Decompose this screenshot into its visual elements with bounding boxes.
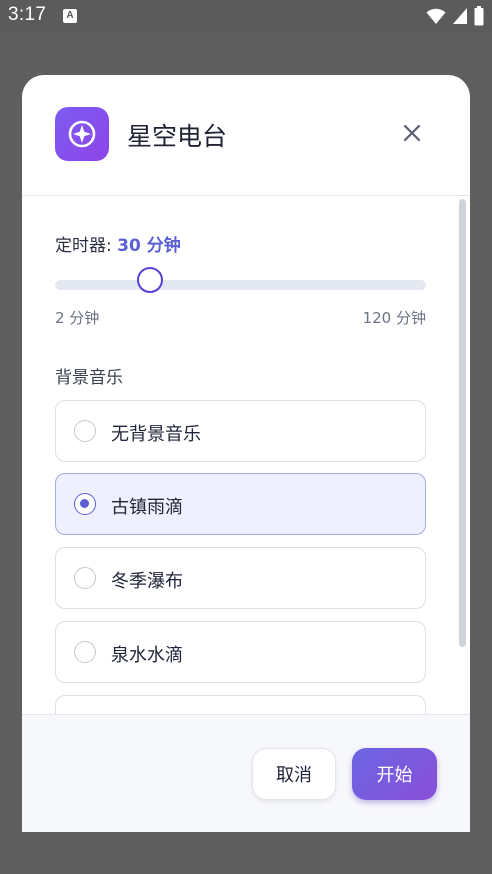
timer-slider-thumb[interactable] — [137, 267, 163, 293]
app-icon — [55, 107, 109, 161]
slider-max-label: 120 分钟 — [362, 309, 426, 327]
scrollbar-thumb[interactable] — [459, 199, 466, 647]
status-time: 3:17 — [8, 4, 47, 25]
cellular-icon — [453, 8, 467, 24]
music-option-winter-waterfall[interactable]: 冬季瀑布 — [55, 547, 426, 609]
dialog-body: 定时器: 30 分钟 2 分钟 120 分钟 背景音乐 无背景音乐 古镇雨滴 冬… — [22, 197, 470, 714]
radio-button[interactable] — [74, 420, 96, 442]
timer-value: 30 分钟 — [117, 236, 181, 256]
close-button[interactable] — [398, 119, 426, 147]
close-icon[interactable] — [403, 124, 421, 142]
status-icons — [426, 6, 484, 26]
status-bar: 3:17 A — [0, 0, 492, 33]
music-option-spring-drops[interactable]: 泉水水滴 — [55, 621, 426, 683]
music-option-partial[interactable] — [55, 695, 426, 714]
timer-label-text: 定时器: — [55, 236, 118, 256]
radio-button[interactable] — [74, 641, 96, 663]
music-option-label: 泉水水滴 — [111, 645, 183, 666]
compass-star-icon — [68, 120, 96, 148]
music-option-label: 冬季瀑布 — [111, 571, 183, 592]
timer-label: 定时器: 30 分钟 — [55, 231, 181, 256]
dialog-header: 星空电台 — [22, 75, 470, 196]
battery-icon — [474, 6, 484, 26]
radio-button-selected[interactable] — [74, 493, 96, 515]
music-option-none[interactable]: 无背景音乐 — [55, 400, 426, 462]
start-button[interactable]: 开始 — [352, 748, 437, 800]
music-option-label: 无背景音乐 — [111, 424, 201, 445]
dialog-title: 星空电台 — [127, 122, 228, 151]
timer-dialog: 星空电台 定时器: 30 分钟 2 分钟 120 分钟 背景音乐 无背景音乐 古… — [22, 75, 470, 832]
radio-button[interactable] — [74, 567, 96, 589]
cancel-button[interactable]: 取消 — [252, 748, 336, 800]
background-music-label: 背景音乐 — [55, 368, 123, 388]
dialog-footer: 取消 开始 — [22, 714, 470, 832]
music-option-label: 古镇雨滴 — [111, 497, 183, 518]
slider-min-label: 2 分钟 — [55, 309, 100, 327]
timer-slider-track[interactable] — [55, 280, 426, 290]
music-option-ancient-town-rain[interactable]: 古镇雨滴 — [55, 473, 426, 535]
notification-icon: A — [63, 9, 77, 23]
wifi-icon — [426, 8, 446, 24]
